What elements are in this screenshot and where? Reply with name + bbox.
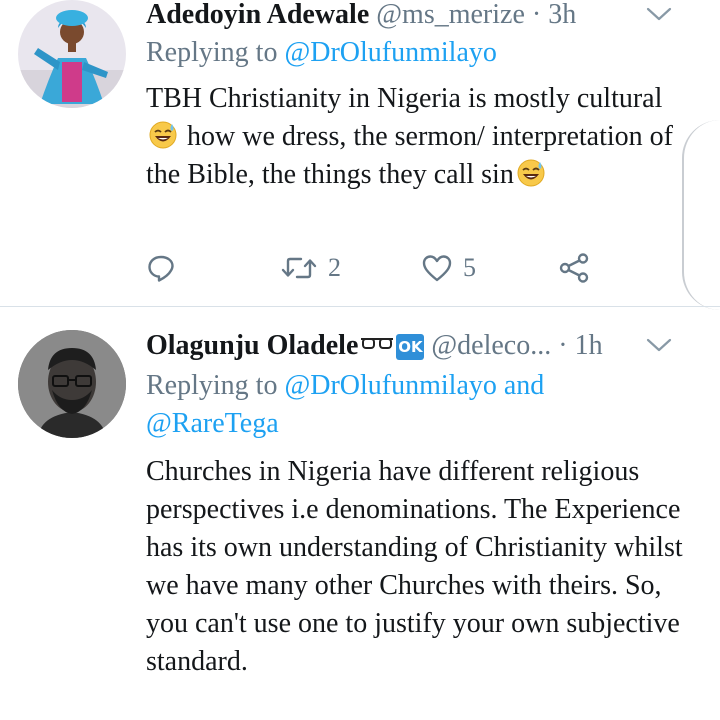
timestamp[interactable]: 3h: [548, 0, 576, 30]
replying-to-and: and: [503, 370, 545, 401]
retweet-button[interactable]: 2: [280, 250, 341, 286]
heart-icon: [422, 255, 452, 282]
author-name[interactable]: Adedoyin Adewale: [146, 0, 369, 30]
replying-to-line: Replying to @DrOlufunmilayo: [146, 34, 497, 72]
replying-to-prefix: Replying to: [146, 370, 278, 401]
ok-badge: OK: [396, 334, 425, 360]
separator-dot: ·: [558, 330, 568, 361]
reply-icon: [148, 255, 174, 282]
author-handle[interactable]: @ms_merize: [376, 0, 525, 30]
mention-link[interactable]: @DrOlufunmilayo: [284, 370, 496, 401]
reply-button[interactable]: [146, 250, 176, 286]
like-count: 5: [463, 253, 476, 282]
mention-link[interactable]: @RareTega: [146, 408, 279, 439]
retweet-count: 2: [328, 253, 341, 282]
mention-link[interactable]: @DrOlufunmilayo: [284, 37, 496, 68]
chevron-down-icon[interactable]: [646, 6, 672, 22]
tweet-card[interactable]: Olagunju Oladele OK @deleco... · 1h Reply…: [0, 307, 720, 720]
author-handle[interactable]: @deleco...: [431, 330, 551, 361]
tweet-text: Churches in Nigeria have different relig…: [146, 456, 683, 677]
tweet-header: Olagunju Oladele OK @deleco... · 1h: [146, 330, 603, 362]
share-button[interactable]: [558, 250, 590, 286]
chevron-down-icon[interactable]: [646, 337, 672, 353]
tweet-text: TBH Christianity in Nigeria is mostly cu…: [146, 80, 686, 194]
laughing-sweat-emoji-icon: [516, 158, 546, 188]
scroll-indicator: [682, 120, 720, 310]
tweet-card[interactable]: Adedoyin Adewale @ms_merize · 3h Replyin…: [0, 0, 720, 306]
share-icon: [559, 253, 589, 283]
tweet-header: Adedoyin Adewale @ms_merize · 3h: [146, 0, 576, 31]
replying-to-line: Replying to @DrOlufunmilayo and @RareTeg…: [146, 367, 666, 443]
replying-to-prefix: Replying to: [146, 37, 278, 68]
author-name[interactable]: Olagunju Oladele: [146, 330, 358, 361]
glasses-emoji-icon: [361, 338, 394, 349]
laughing-sweat-emoji-icon: [148, 120, 178, 150]
avatar[interactable]: [18, 330, 126, 438]
like-button[interactable]: 5: [421, 250, 476, 286]
timestamp[interactable]: 1h: [575, 330, 603, 361]
tweet-actions: 2 5: [146, 250, 606, 286]
avatar[interactable]: [18, 0, 126, 108]
tweet-text-part: TBH Christianity in Nigeria is mostly cu…: [146, 83, 663, 114]
separator-dot: ·: [531, 0, 542, 30]
retweet-icon: [281, 257, 317, 279]
tweet-text-part: how we dress, the sermon/ interpretation…: [146, 121, 673, 190]
